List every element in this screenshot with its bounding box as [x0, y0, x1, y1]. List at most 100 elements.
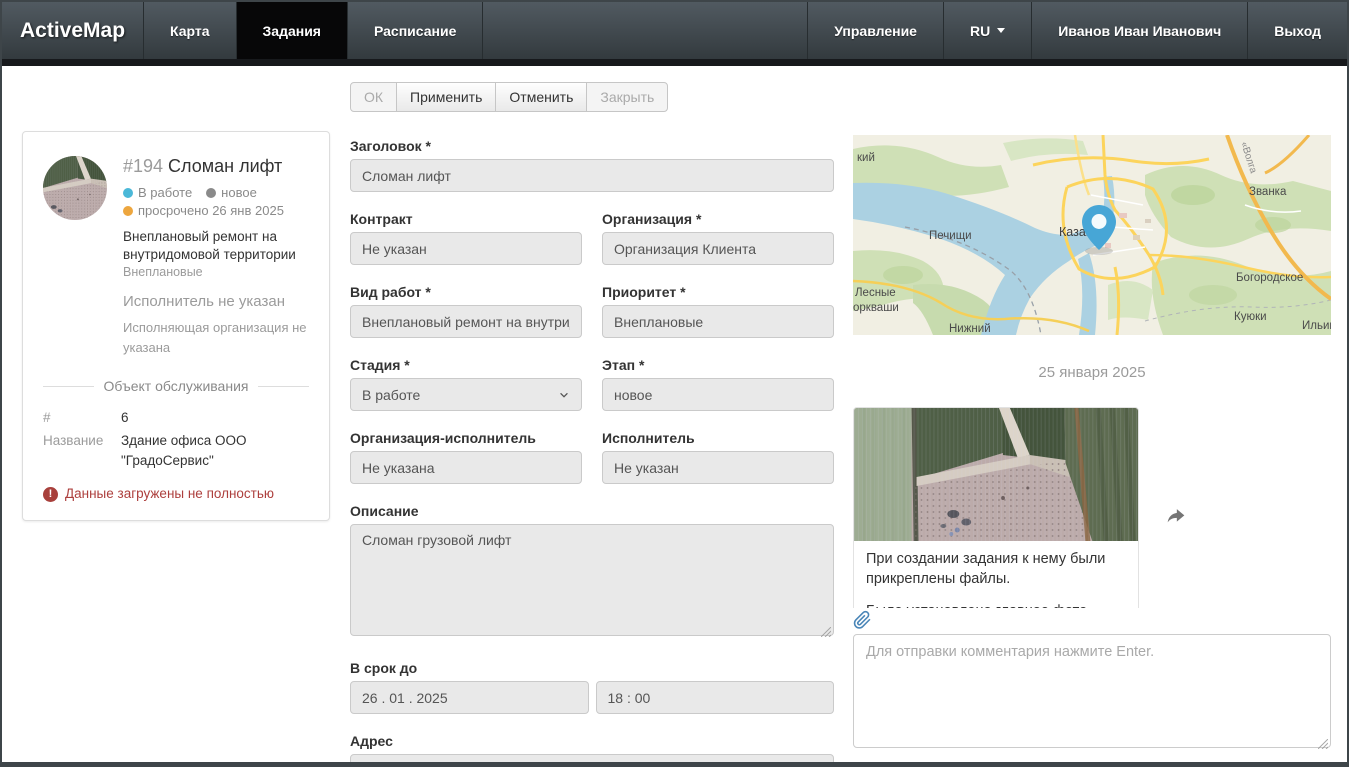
row-label: #: [43, 408, 121, 428]
data-warning: ! Данные загружены не полностью: [43, 486, 309, 502]
map-label: кий: [857, 152, 875, 164]
organization-field-label: Организация *: [602, 211, 834, 227]
service-object-row: Название Здание офиса ООО "ГрадоСервис": [43, 431, 309, 470]
deadline-time-field[interactable]: [596, 681, 835, 714]
contract-field[interactable]: [350, 232, 582, 265]
language-label: RU: [970, 23, 990, 39]
language-dropdown[interactable]: RU: [943, 2, 1031, 59]
task-photo-avatar[interactable]: [43, 156, 107, 220]
work-type-field[interactable]: [350, 305, 582, 338]
nav-item-map[interactable]: Карта: [144, 2, 237, 59]
service-object-row: # 6: [43, 408, 309, 428]
chevron-down-icon: [558, 389, 570, 401]
attach-row: [853, 610, 1331, 630]
status-badge-label: В работе: [138, 185, 192, 200]
nav-item-tasks[interactable]: Задания: [237, 2, 348, 59]
description-field-label: Описание: [350, 503, 834, 519]
main-content: ОК Применить Отменить Закрыть #194Сломан…: [2, 66, 1347, 762]
nav-item-management[interactable]: Управление: [807, 2, 943, 59]
map-label: Ильино: [1302, 320, 1331, 332]
priority-field[interactable]: [602, 305, 834, 338]
map-label: Званка: [1249, 186, 1287, 198]
nav-bottom-strip: [2, 59, 1347, 66]
status-badge: В работе: [123, 185, 192, 200]
status-dot-icon: [123, 188, 133, 198]
task-edit-form: Заголовок * Контракт Организация * Вид р…: [350, 138, 834, 767]
work-type-field-label: Вид работ *: [350, 284, 582, 300]
row-value: Здание офиса ООО "ГрадоСервис": [121, 431, 309, 470]
task-summary-card: #194Сломан лифт В работе новое: [22, 131, 330, 521]
address-field[interactable]: [350, 754, 834, 767]
priority-field-label: Приоритет *: [602, 284, 834, 300]
overdue-badge-label: просрочено 26 янв 2025: [138, 203, 284, 218]
paperclip-icon[interactable]: [853, 610, 872, 630]
nav-right-cluster: Управление RU Иванов Иван Иванович Выход: [807, 2, 1347, 59]
exclamation-circle-icon: !: [43, 487, 58, 502]
title-field[interactable]: [350, 159, 834, 192]
nav-item-user[interactable]: Иванов Иван Иванович: [1031, 2, 1247, 59]
status-dot-icon: [123, 206, 133, 216]
phase-field[interactable]: [602, 378, 834, 411]
overdue-badge: просрочено 26 янв 2025: [123, 203, 284, 218]
map-label: Лесные: [855, 287, 896, 299]
contract-field-label: Контракт: [350, 211, 582, 227]
task-work-group: Внеплановые: [123, 265, 309, 279]
nav-item-schedule[interactable]: Расписание: [348, 2, 483, 59]
row-value: 6: [121, 408, 129, 428]
task-info: #194Сломан лифт В работе новое: [123, 156, 309, 358]
map[interactable]: Казань Печищи Званка Богородское Куюки И…: [853, 135, 1331, 335]
comment-card: При создании задания к нему были прикреп…: [853, 407, 1139, 608]
organization-field[interactable]: [602, 232, 834, 265]
comment-feed: При создании задания к нему были прикреп…: [853, 407, 1331, 608]
close-button[interactable]: Закрыть: [586, 82, 668, 112]
deadline-field-label: В срок до: [350, 660, 834, 676]
status-badge-label: новое: [221, 185, 257, 200]
map-label: Нижний: [949, 323, 991, 335]
comment-body: При создании задания к нему были прикреп…: [854, 541, 1138, 608]
task-title-text: Сломан лифт: [168, 156, 282, 176]
row-label: Название: [43, 431, 121, 470]
right-panel: Казань Печищи Званка Богородское Куюки И…: [853, 135, 1331, 753]
cancel-button[interactable]: Отменить: [495, 82, 587, 112]
feed-date-header: 25 января 2025: [853, 364, 1331, 381]
comment-photo[interactable]: [854, 408, 1138, 541]
stage-field-label: Стадия *: [350, 357, 582, 373]
top-nav: ActiveMap Карта Задания Расписание Управ…: [2, 2, 1347, 59]
title-field-label: Заголовок *: [350, 138, 834, 154]
service-object-divider: Объект обслуживания: [43, 378, 309, 394]
contractor-org-field-label: Организация-исполнитель: [350, 430, 582, 446]
comment-text: Было установлено главное фото: [866, 601, 1126, 608]
form-toolbar: ОК Применить Отменить Закрыть: [350, 82, 668, 112]
app-logo[interactable]: ActiveMap: [2, 2, 144, 59]
comment-text: При создании задания к нему были прикреп…: [866, 549, 1126, 589]
task-title: #194Сломан лифт: [123, 156, 309, 177]
nav-item-logout[interactable]: Выход: [1247, 2, 1347, 59]
deadline-date-field[interactable]: [350, 681, 589, 714]
map-label: Куюки: [1234, 311, 1267, 323]
apply-button[interactable]: Применить: [396, 82, 496, 112]
contractor-org-field[interactable]: [350, 451, 582, 484]
task-number: #194: [123, 156, 163, 176]
stage-select-value: В работе: [362, 387, 420, 403]
map-label: Богородское: [1236, 272, 1303, 284]
task-assignee-status: Исполнитель не указан: [123, 293, 309, 310]
comment-input[interactable]: [853, 634, 1331, 748]
ok-button[interactable]: ОК: [350, 82, 397, 112]
task-org-status: Исполняющая организация не указана: [123, 318, 309, 358]
task-work-type: Внеплановый ремонт на внутридомовой терр…: [123, 228, 309, 263]
status-dot-icon: [206, 188, 216, 198]
chevron-down-icon: [997, 28, 1005, 33]
forward-arrow-icon[interactable]: [1166, 507, 1186, 527]
description-field[interactable]: Сломан грузовой лифт: [350, 524, 834, 636]
status-badge: новое: [206, 185, 257, 200]
address-field-label: Адрес: [350, 733, 834, 749]
assignee-field[interactable]: [602, 451, 834, 484]
map-label: Печищи: [929, 230, 972, 242]
phase-field-label: Этап *: [602, 357, 834, 373]
assignee-field-label: Исполнитель: [602, 430, 834, 446]
app-window: ActiveMap Карта Задания Расписание Управ…: [0, 0, 1349, 767]
service-object-title: Объект обслуживания: [104, 378, 249, 394]
map-label: оркваши: [853, 302, 899, 314]
stage-select[interactable]: В работе: [350, 378, 582, 411]
warning-text: Данные загружены не полностью: [65, 486, 274, 501]
